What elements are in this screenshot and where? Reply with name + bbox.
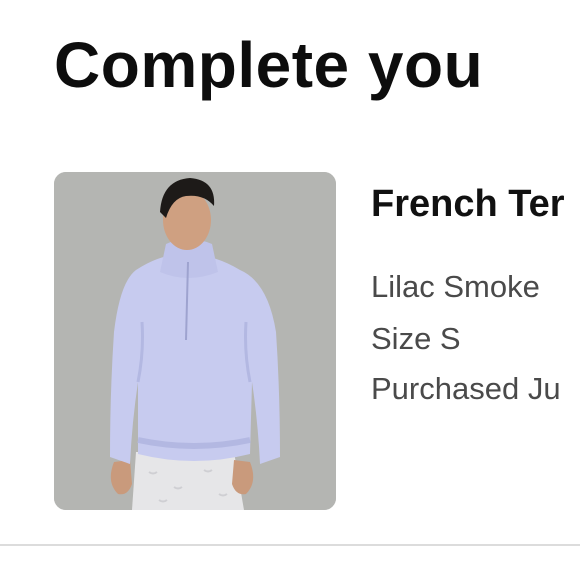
page-title: Complete you bbox=[54, 29, 484, 101]
product-size: Size S bbox=[371, 321, 461, 356]
product-color: Lilac Smoke bbox=[371, 269, 540, 304]
product-name[interactable]: French Ter bbox=[371, 183, 565, 226]
divider bbox=[0, 544, 580, 546]
review-page: Complete you French Ter Lilac Smoke Size… bbox=[0, 0, 580, 580]
product-image[interactable] bbox=[54, 172, 336, 510]
purchase-date: Purchased Ju bbox=[371, 371, 561, 406]
product-photo bbox=[54, 172, 336, 510]
